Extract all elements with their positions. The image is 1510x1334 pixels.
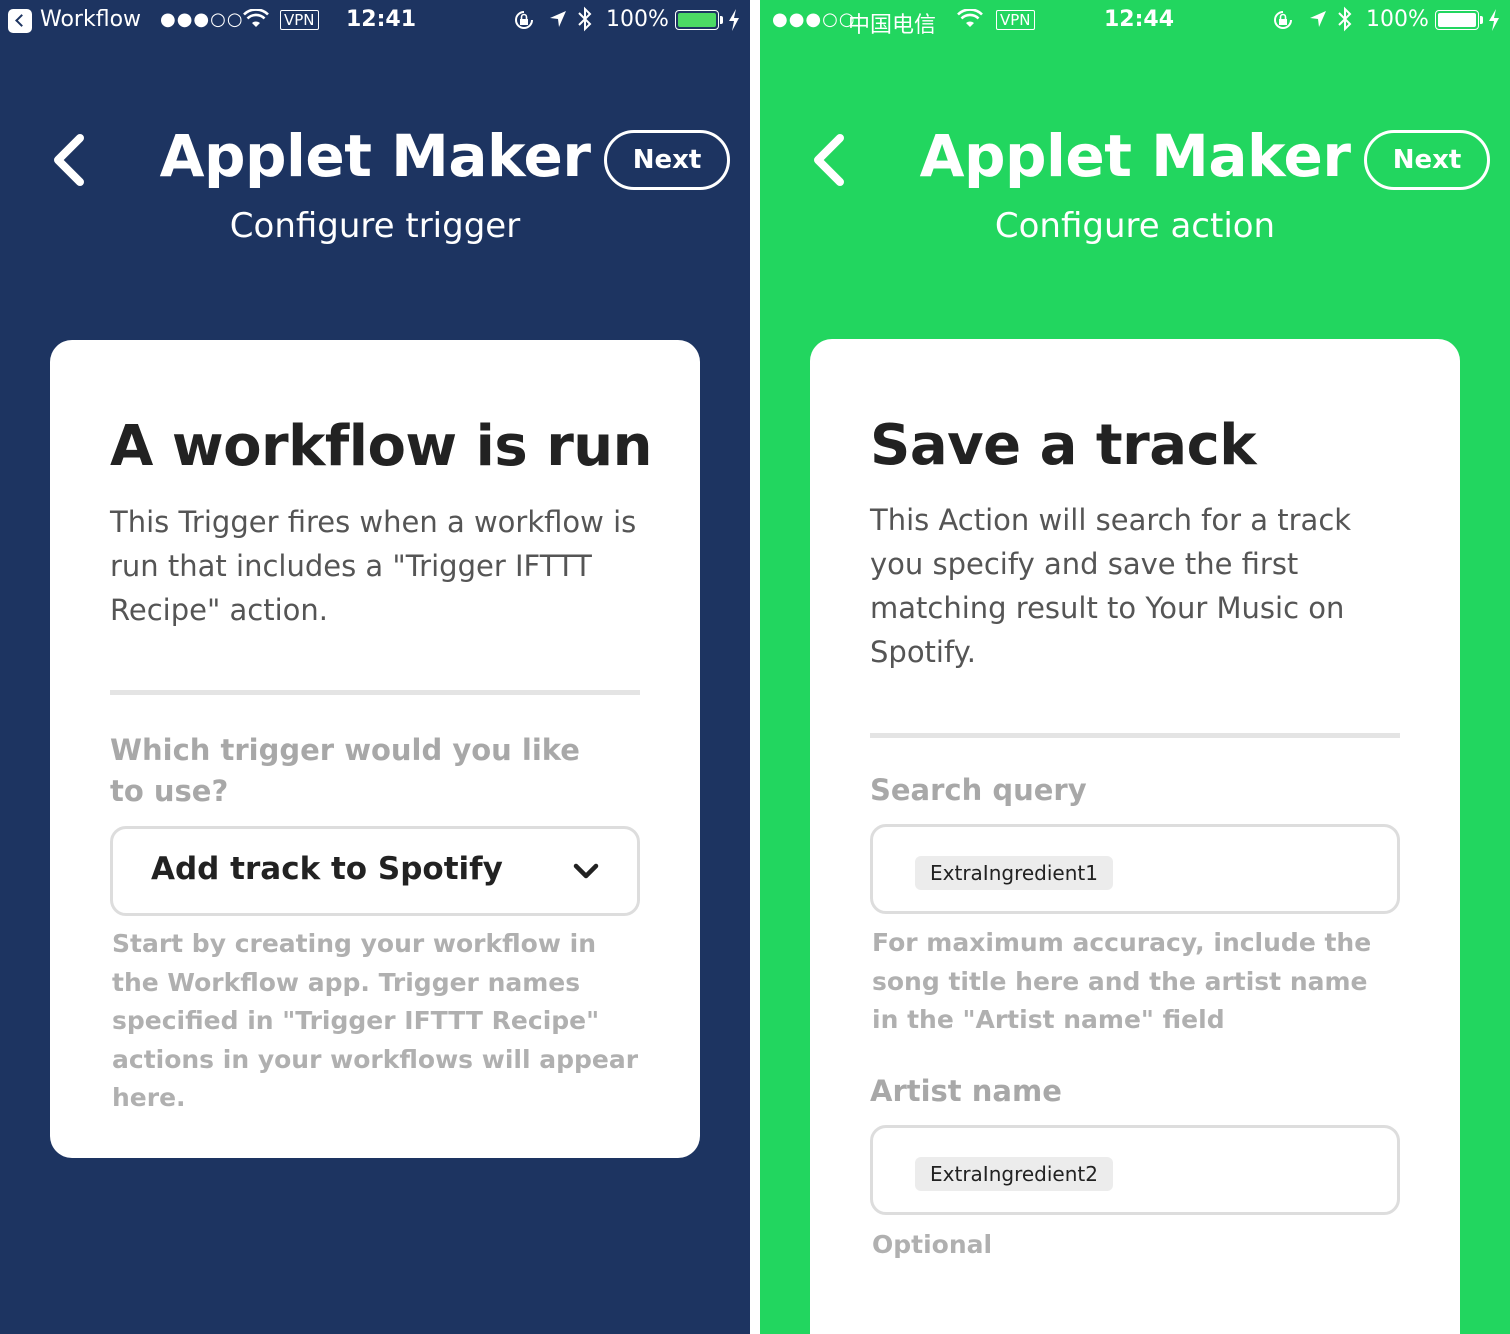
search-query-input[interactable]: ExtraIngredient1 bbox=[870, 824, 1400, 914]
vpn-badge: VPN bbox=[280, 10, 319, 30]
artist-name-help: Optional bbox=[872, 1230, 993, 1259]
battery-icon bbox=[1435, 10, 1479, 30]
search-query-help: For maximum accuracy, include the song t… bbox=[872, 928, 1372, 1034]
search-query-label: Search query bbox=[870, 773, 1087, 807]
trigger-config-screen: Workflow ●●●○○ VPN 12:41 100% Applet Mak… bbox=[0, 0, 750, 1334]
signal-strength: ●●●○○ bbox=[160, 9, 244, 30]
page-subtitle: Configure action bbox=[994, 206, 1276, 246]
charging-icon bbox=[728, 9, 740, 31]
rotation-lock-icon bbox=[512, 8, 536, 32]
location-icon bbox=[548, 9, 568, 29]
ingredient-token[interactable]: ExtraIngredient1 bbox=[915, 856, 1113, 890]
carrier-name: 中国电信 bbox=[848, 13, 937, 38]
battery-tip bbox=[720, 16, 723, 24]
back-to-app-label[interactable]: Workflow bbox=[40, 7, 141, 32]
status-bar: ●●●○○ 中国电信 VPN 12:44 100% bbox=[760, 0, 1510, 40]
trigger-help-text: Start by creating your workflow in the W… bbox=[112, 929, 639, 1112]
action-title: Save a track bbox=[870, 413, 1257, 478]
ingredient-token[interactable]: ExtraIngredient2 bbox=[915, 1157, 1113, 1191]
battery-icon bbox=[675, 10, 719, 30]
trigger-field-label: Which trigger would you like to use? bbox=[110, 733, 580, 808]
artist-name-label: Artist name bbox=[870, 1074, 1062, 1108]
status-time: 12:44 bbox=[1104, 7, 1175, 32]
back-to-app-icon[interactable] bbox=[8, 9, 32, 33]
battery-percent: 100% bbox=[606, 7, 669, 32]
trigger-select[interactable]: Add track to Spotify bbox=[110, 826, 640, 916]
trigger-description: This Trigger fires when a workflow is ru… bbox=[110, 505, 637, 627]
action-description: This Action will search for a track you … bbox=[870, 503, 1352, 669]
signal-strength: ●●●○○ bbox=[772, 9, 856, 30]
action-config-screen: ●●●○○ 中国电信 VPN 12:44 100% Applet Maker N… bbox=[760, 0, 1510, 1334]
location-icon bbox=[1308, 9, 1328, 29]
bluetooth-icon bbox=[1336, 6, 1354, 32]
divider bbox=[110, 690, 640, 695]
wifi-icon bbox=[957, 9, 983, 29]
next-button[interactable]: Next bbox=[1364, 130, 1490, 190]
trigger-card: A workflow is run This Trigger fires whe… bbox=[50, 340, 700, 1158]
next-button[interactable]: Next bbox=[604, 130, 730, 190]
trigger-select-value: Add track to Spotify bbox=[151, 851, 503, 887]
chevron-down-icon bbox=[573, 863, 599, 885]
battery-percent: 100% bbox=[1366, 7, 1429, 32]
trigger-title: A workflow is run bbox=[110, 414, 653, 479]
charging-icon bbox=[1488, 9, 1500, 31]
action-card: Save a track This Action will search for… bbox=[810, 339, 1460, 1334]
bluetooth-icon bbox=[576, 6, 594, 32]
artist-name-input[interactable]: ExtraIngredient2 bbox=[870, 1125, 1400, 1215]
vpn-badge: VPN bbox=[996, 10, 1035, 30]
page-subtitle: Configure trigger bbox=[229, 206, 521, 246]
battery-tip bbox=[1480, 16, 1483, 24]
rotation-lock-icon bbox=[1271, 8, 1295, 32]
status-time: 12:41 bbox=[346, 7, 417, 32]
divider bbox=[870, 733, 1400, 738]
status-bar: Workflow ●●●○○ VPN 12:41 100% bbox=[0, 0, 750, 40]
wifi-icon bbox=[243, 9, 269, 29]
